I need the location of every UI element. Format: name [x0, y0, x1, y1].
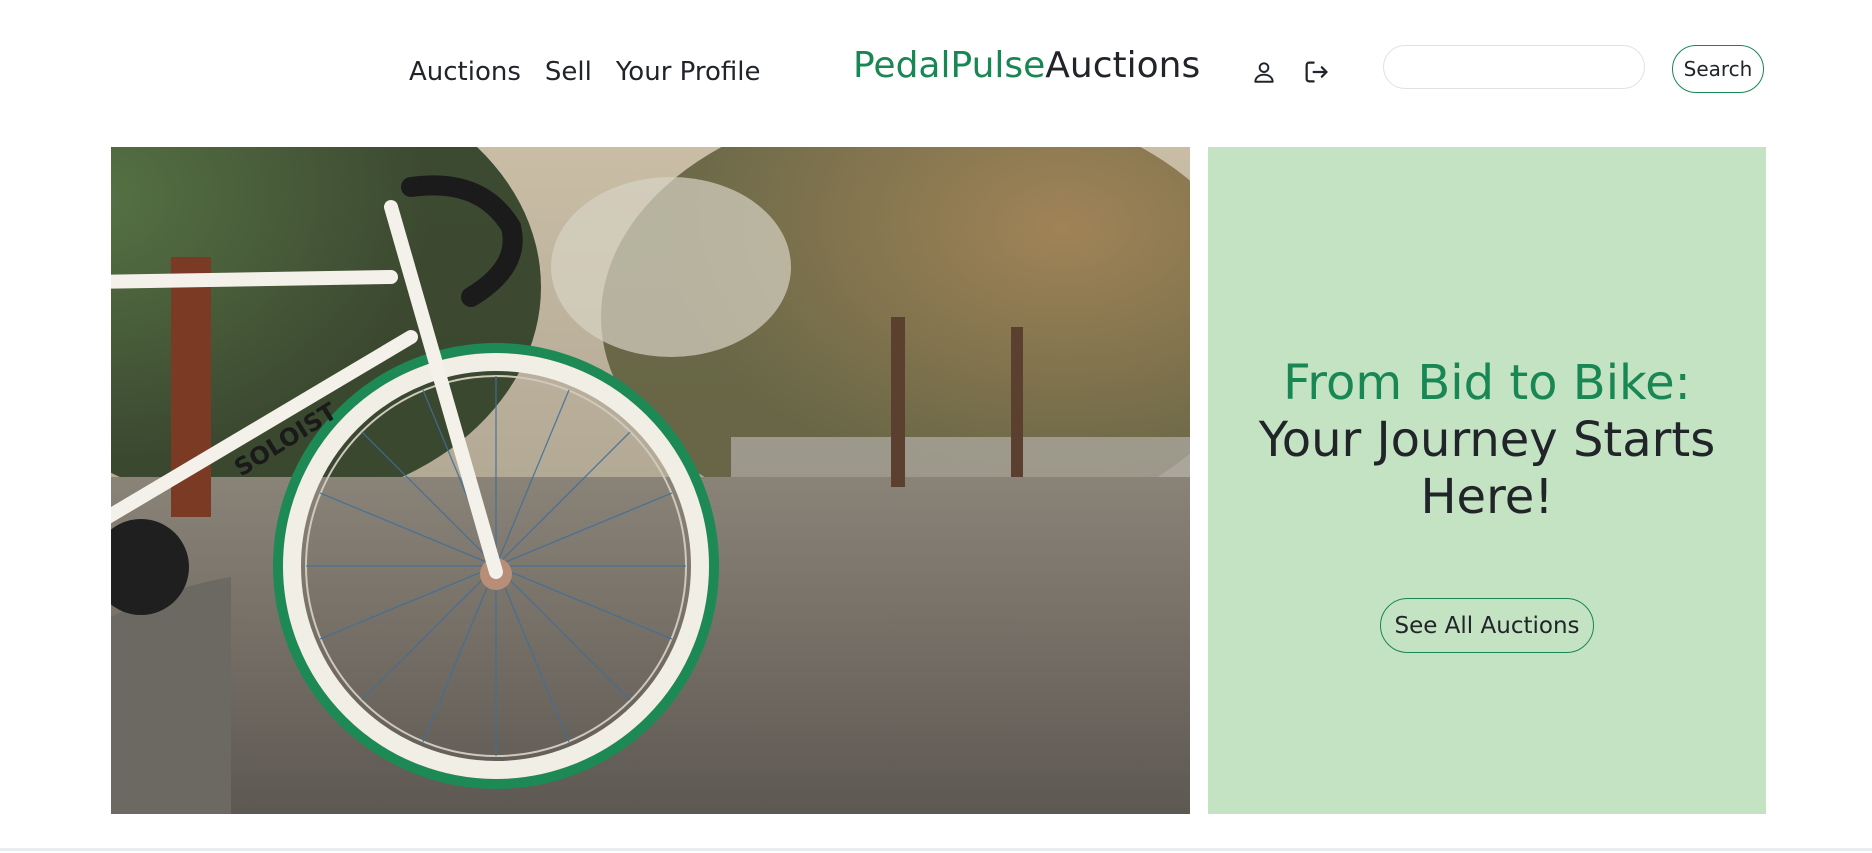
logo-brand-text: PedalPulse [853, 45, 1046, 86]
main-nav: Auctions Sell Your Profile [409, 52, 761, 92]
logo-suffix-text: Auctions [1045, 45, 1201, 86]
nav-item-sell[interactable]: Sell [545, 52, 592, 92]
search-input[interactable] [1383, 45, 1645, 89]
bottom-divider [0, 848, 1872, 851]
nav-item-auctions[interactable]: Auctions [409, 52, 521, 92]
person-icon[interactable] [1248, 56, 1280, 88]
promo-panel: From Bid to Bike: Your Journey Starts He… [1208, 147, 1766, 814]
logout-icon[interactable] [1300, 56, 1332, 88]
promo-heading-rest: Your Journey Starts Here! [1258, 412, 1716, 525]
site-header: Auctions Sell Your Profile PedalPulseAuc… [0, 0, 1872, 140]
search-button[interactable]: Search [1672, 45, 1764, 93]
promo-heading-accent: From Bid to Bike: [1283, 355, 1691, 411]
site-logo[interactable]: PedalPulseAuctions [853, 42, 1200, 90]
promo-heading: From Bid to Bike: Your Journey Starts He… [1208, 355, 1766, 526]
see-all-auctions-button[interactable]: See All Auctions [1380, 598, 1594, 653]
hero-bicycle-image: SOLOIST [111, 147, 1190, 814]
nav-item-your-profile[interactable]: Your Profile [616, 52, 761, 92]
